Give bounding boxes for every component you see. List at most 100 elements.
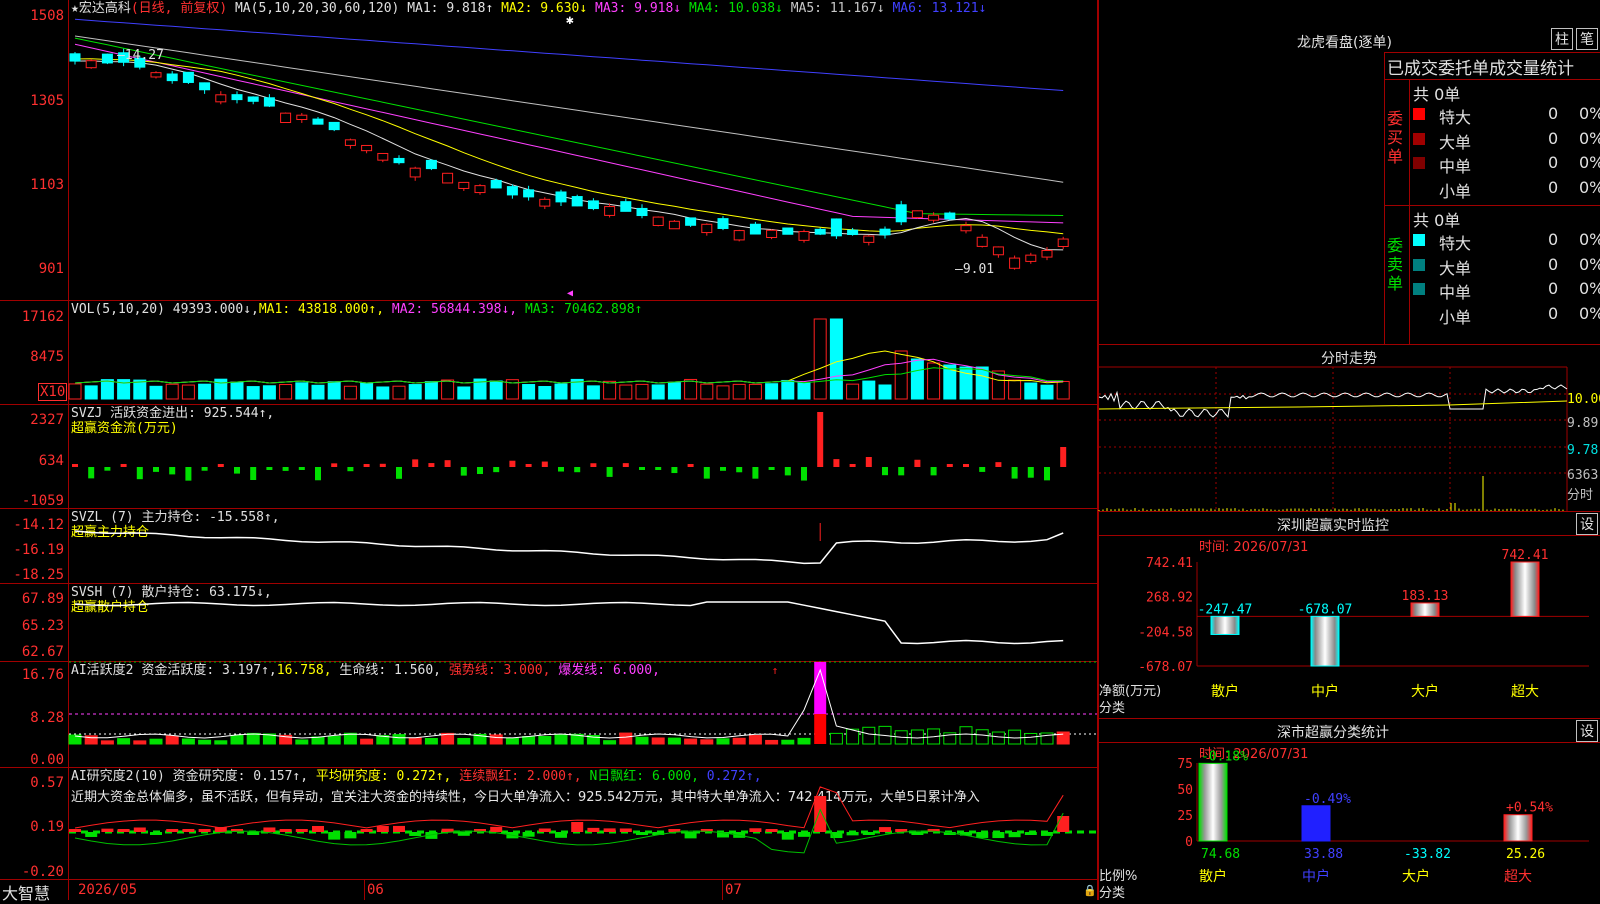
legend-swatch <box>1413 132 1425 145</box>
szss-bar <box>1410 602 1440 617</box>
flow-bar <box>606 467 613 477</box>
flow-bar <box>379 463 386 467</box>
research-bar <box>133 827 146 832</box>
svzj-chart[interactable] <box>69 405 1097 508</box>
flow-bar <box>639 467 645 470</box>
research-bar <box>749 828 762 832</box>
ma-line-2 <box>74 18 1064 91</box>
flow-bar <box>234 467 240 474</box>
svzj-pane[interactable]: 2327 634 -1059 SVZJ 活跃资金进出: 925.544↑, 超赢… <box>0 405 1097 509</box>
candle <box>749 223 761 235</box>
sscf-y-label: 25 <box>1177 809 1193 824</box>
volume-bar <box>279 384 293 400</box>
y-label: 65.23 <box>21 618 64 634</box>
volume-bar <box>554 383 568 400</box>
research-bar <box>263 827 276 832</box>
brand-logo: 大智慧 <box>2 884 51 903</box>
sscf-bar <box>1503 814 1533 842</box>
svsh-chart[interactable] <box>69 584 1097 661</box>
order-row: 小单 0 0% <box>1413 304 1600 327</box>
y-label: 0.19 <box>30 819 64 835</box>
kline-pane[interactable]: 1508 1305 1103 901 ★宏达高科(日线, 前复权) MA(5,1… <box>0 0 1097 301</box>
sscf-y-label: 75 <box>1177 757 1193 772</box>
tick-mode-button[interactable]: 笔 <box>1576 28 1598 50</box>
candle <box>247 96 259 102</box>
y-label: 16.76 <box>21 667 64 683</box>
candle <box>490 179 502 189</box>
research-bar <box>522 832 535 837</box>
research-bar <box>1057 816 1070 832</box>
candle <box>847 229 859 236</box>
flow-bar <box>72 464 78 467</box>
ai-research-chart[interactable] <box>69 768 1097 879</box>
activity-bar <box>246 732 260 745</box>
volume-bar <box>295 382 309 400</box>
flow-bar <box>136 467 143 480</box>
y-label: 2327 <box>30 412 64 428</box>
flow-bar <box>720 467 726 471</box>
main-position-line <box>74 530 1064 565</box>
vol-pane[interactable]: 17162 8475 X10 VOL(5,10,20) 49393.000↓,M… <box>0 301 1097 405</box>
research-bar <box>798 832 810 837</box>
flow-bar <box>266 467 273 470</box>
research-bar <box>1041 832 1053 836</box>
activity-bar <box>360 738 374 745</box>
buy-total: 共 0单 <box>1413 85 1461 104</box>
activity-bar <box>829 732 843 745</box>
svsh-pane[interactable]: 67.89 65.23 62.67 SVSH (7) 散户持仓: 63.175↓… <box>0 584 1097 662</box>
volume-bar <box>376 386 390 400</box>
candle <box>782 227 794 235</box>
szss-category-label: 中户 <box>1311 683 1339 700</box>
candle <box>555 191 567 203</box>
activity-bar <box>505 737 519 745</box>
candle <box>393 157 405 164</box>
legend-swatch <box>1413 258 1425 271</box>
candle <box>1025 254 1037 262</box>
ma-line-3 <box>74 37 1064 216</box>
research-bar <box>911 832 924 835</box>
order-type: 特大 <box>1439 108 1472 127</box>
candle <box>733 230 745 241</box>
sscf-bar-chart[interactable]: 75 50 25 0 -0.18% 74.68 散户 -0.49% 33.88 中户 -33.82 大… <box>1099 719 1600 900</box>
svzl-pane[interactable]: -14.12 -16.19 -18.25 SVZL (7) 主力持仓: -15.… <box>0 509 1097 584</box>
szss-bar-chart[interactable]: 742.41 268.92 -204.58 -678.07 -247.47 散户 -678.… <box>1099 512 1600 719</box>
candle <box>944 212 956 220</box>
y-label: 901 <box>38 261 64 277</box>
candle <box>830 218 842 237</box>
ai-research-pane[interactable]: 0.57 0.19 -0.20 AI研究度2(10) 资金研究度: 0.157↑… <box>0 768 1097 880</box>
volume-bar <box>603 380 617 400</box>
kline-y-axis: 1508 1305 1103 901 <box>0 0 69 300</box>
bar-mode-button[interactable]: 柱 <box>1551 28 1573 50</box>
order-type: 大单 <box>1439 132 1472 152</box>
sscf-change-label: +0.54% <box>1506 801 1553 816</box>
candle <box>215 94 227 103</box>
activity-bar <box>781 739 795 745</box>
ai-activity-pane[interactable]: 16.76 8.28 0.00 AI活跃度2 资金活跃度: 3.197↑,16.… <box>0 661 1097 768</box>
order-pct: 0% <box>1579 230 1600 249</box>
lock-icon[interactable]: 🔒 <box>1083 884 1097 897</box>
volume-bar <box>246 386 260 400</box>
kline-chart[interactable]: ✱◀ <box>69 0 1097 300</box>
research-bar <box>490 826 503 832</box>
flow-bar <box>930 467 937 476</box>
fsz-panel[interactable]: 分时走势 10.00 9.89 9.78 6363 分时 <box>1098 345 1600 512</box>
candle <box>85 60 97 69</box>
vol-unit-badge: X10 <box>38 383 68 401</box>
candle <box>69 53 81 62</box>
fsz-y-label: 9.89 <box>1567 416 1599 431</box>
szss-bar-label: 183.13 <box>1402 589 1449 604</box>
activity-bar <box>165 735 179 745</box>
flow-bar <box>671 467 678 474</box>
candle <box>182 71 194 83</box>
sell-total: 共 0单 <box>1413 211 1461 230</box>
flow-bar <box>460 467 467 476</box>
fsz-y-label: 9.78 <box>1567 443 1599 458</box>
activity-bar <box>133 740 147 745</box>
svzl-chart[interactable] <box>69 509 1097 583</box>
retail-position-line <box>74 601 1064 645</box>
y-label: -0.20 <box>21 864 64 880</box>
volume-chart[interactable] <box>68 301 1097 404</box>
candle <box>652 216 664 226</box>
ai-activity-chart[interactable]: ↑ <box>68 661 1097 767</box>
intraday-chart[interactable] <box>1098 366 1569 511</box>
